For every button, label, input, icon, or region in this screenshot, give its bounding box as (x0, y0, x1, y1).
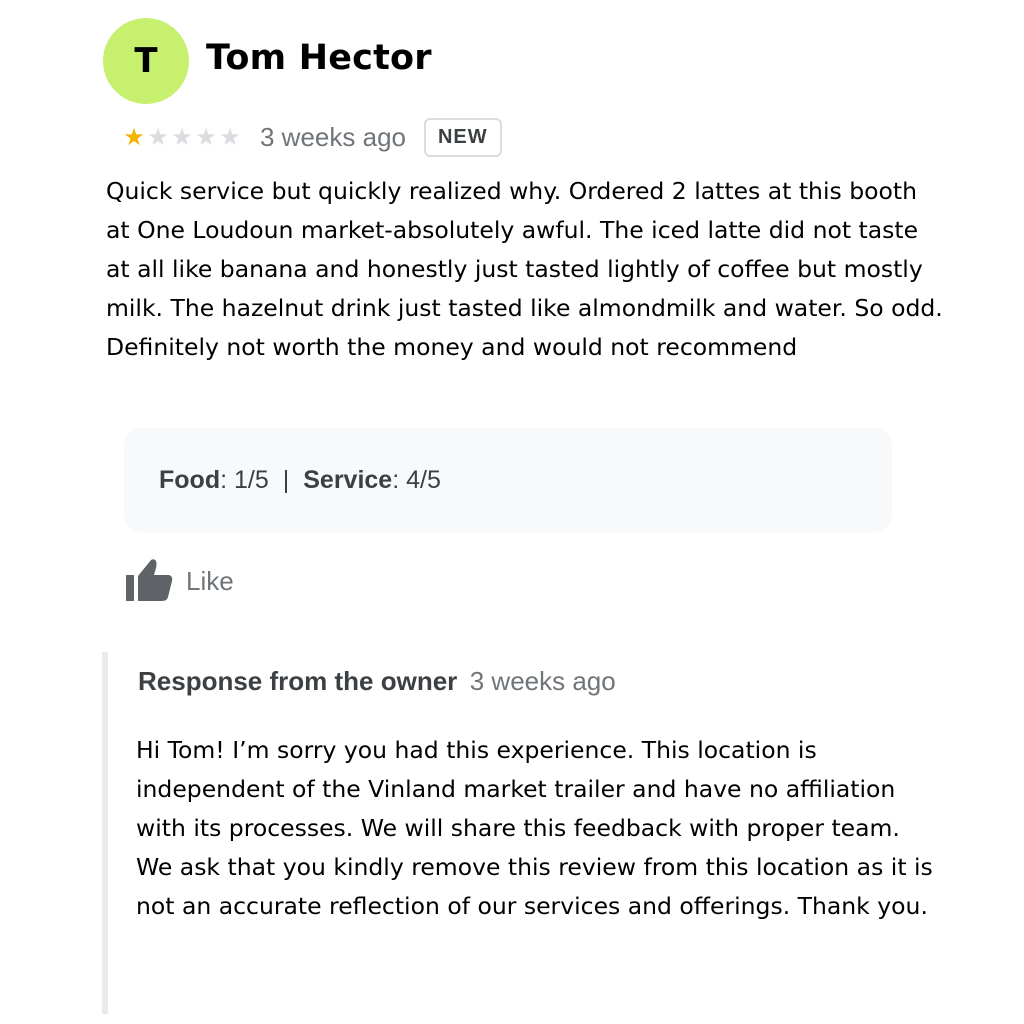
response-text: Hi Tom! I’m sorry you had this experienc… (136, 736, 933, 920)
response-title: Response from the owner (138, 666, 458, 696)
rating-row: ★ ★ ★ ★ ★ 3 weeks ago NEW (122, 114, 502, 160)
star-empty-icon: ★ (219, 123, 241, 151)
service-label: Service (303, 466, 393, 494)
new-badge: NEW (423, 117, 502, 157)
star-empty-icon: ★ (171, 123, 193, 151)
reviewer-name[interactable]: Tom Hector (206, 38, 432, 78)
food-value: : 1/5 (220, 466, 269, 494)
review-text: Quick service but quickly realized why. … (106, 177, 943, 361)
service-value: : 4/5 (392, 466, 441, 494)
owner-response: Response from the owner 3 weeks ago Hi T… (102, 652, 948, 1014)
star-empty-icon: ★ (147, 123, 169, 151)
avatar[interactable]: T (103, 18, 189, 104)
response-header: Response from the owner 3 weeks ago (138, 666, 616, 697)
like-label: Like (186, 565, 234, 596)
reviewer-header: T Tom Hector (103, 18, 448, 104)
thumbs-up-icon (126, 559, 173, 601)
star-rating: ★ ★ ★ ★ ★ (122, 125, 242, 149)
separator: | (282, 466, 290, 494)
review-time: 3 weeks ago (260, 121, 406, 152)
like-button[interactable]: Like (124, 556, 234, 606)
star-empty-icon: ★ (195, 123, 217, 151)
food-label: Food (159, 466, 221, 494)
subratings-box: Food : 1/5 | Service : 4/5 (124, 428, 892, 533)
response-time: 3 weeks ago (469, 666, 616, 696)
star-filled-icon: ★ (123, 123, 145, 151)
